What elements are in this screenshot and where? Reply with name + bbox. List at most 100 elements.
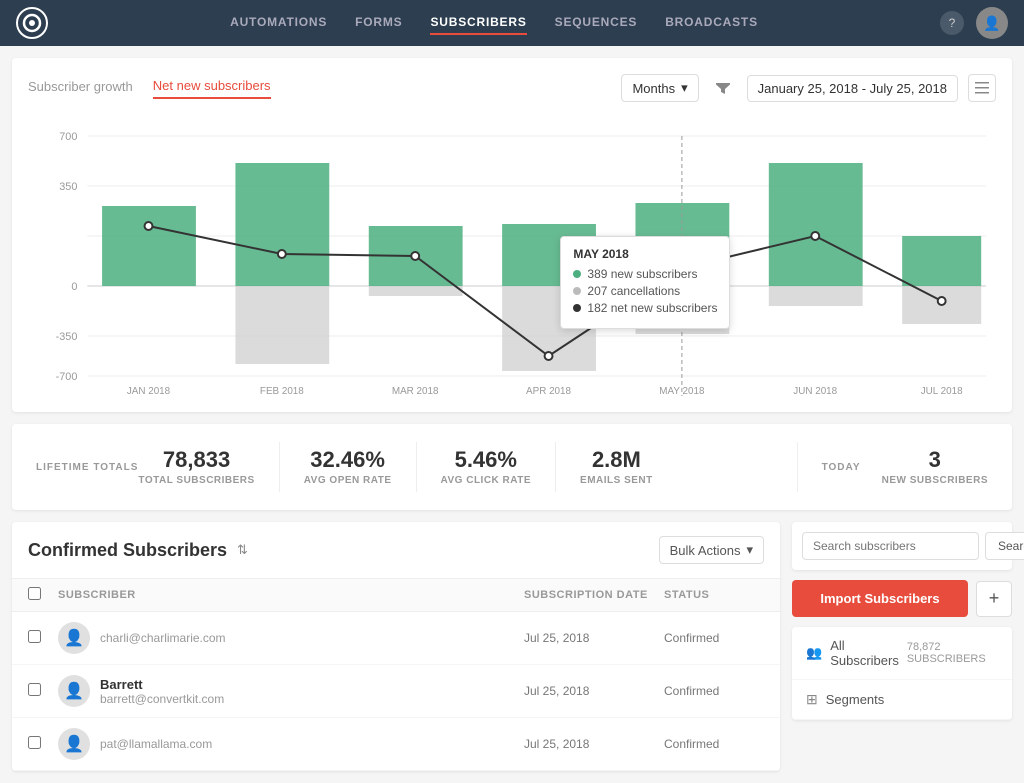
stat-divider-1 [279,442,280,492]
stat-avg-open: 32.46% AVG OPEN RATE [304,449,392,486]
subscriber-info-1: charli@charlimarie.com [100,631,524,645]
nav-subscribers[interactable]: SUBSCRIBERS [430,11,526,35]
svg-text:JUL 2018: JUL 2018 [921,386,963,396]
stat-divider-today [797,442,798,492]
filter-icon[interactable] [709,74,737,102]
header-status: STATUS [664,589,764,601]
segments-item[interactable]: ⊞ Segments [792,680,1012,720]
tooltip-net-text: 182 net new subscribers [587,301,717,315]
tooltip-title: MAY 2018 [573,247,717,261]
panel-title: Confirmed Subscribers [28,540,227,561]
subscriber-info-2: Barrett barrett@convertkit.com [100,677,524,706]
subscriber-status-2: Confirmed [664,684,764,698]
svg-text:FEB 2018: FEB 2018 [260,386,304,396]
subscriber-avatar-2: 👤 [58,675,90,707]
table-row: 👤 charli@charlimarie.com Jul 25, 2018 Co… [12,612,780,665]
search-input[interactable] [802,532,979,560]
chart-header: Subscriber growth Net new subscribers Mo… [28,74,996,102]
avg-click-value: 5.46% [441,449,532,471]
dot-black-icon [573,304,581,312]
svg-text:MAY 2018: MAY 2018 [659,386,705,396]
stat-divider-3 [555,442,556,492]
subscriber-avatar-1: 👤 [58,622,90,654]
period-select[interactable]: Months ▾ [621,74,698,102]
sidebar-panel: Search Import Subscribers + 👥 All Subscr… [792,522,1012,771]
bottom-section: Confirmed Subscribers ⇅ Bulk Actions ▾ S… [12,522,1012,771]
today-label: TODAY [822,462,882,473]
all-subscribers-icon: 👥 [806,645,822,661]
navbar: AUTOMATIONS FORMS SUBSCRIBERS SEQUENCES … [0,0,1024,46]
all-subscribers-count: 78,872 SUBSCRIBERS [907,641,998,665]
subscriber-email-1: charli@charlimarie.com [100,631,524,645]
table-row: 👤 Barrett barrett@convertkit.com Jul 25,… [12,665,780,718]
table-row: 👤 pat@llamallama.com Jul 25, 2018 Confir… [12,718,780,771]
all-subscribers-label: All Subscribers [830,638,899,668]
sort-icon[interactable]: ⇅ [237,542,248,558]
subscriber-status-3: Confirmed [664,737,764,751]
lifetime-label: LIFETIME TOTALS [36,462,138,473]
stat-avg-click: 5.46% AVG CLICK RATE [441,449,532,486]
bulk-actions-label: Bulk Actions [670,543,741,558]
svg-text:JUN 2018: JUN 2018 [793,386,837,396]
emails-sent-value: 2.8M [580,449,653,471]
dot-gray-icon [573,287,581,295]
total-subscribers-label: TOTAL SUBSCRIBERS [138,475,254,486]
tooltip-item-net: 182 net new subscribers [573,301,717,315]
svg-text:JAN 2018: JAN 2018 [127,386,171,396]
tooltip-cancel-text: 207 cancellations [587,284,680,298]
total-subscribers-value: 78,833 [138,449,254,471]
select-all-checkbox[interactable] [28,587,41,600]
nav-broadcasts[interactable]: BROADCASTS [665,11,758,35]
row-checkbox-2[interactable] [28,683,41,696]
subscriber-avatar-3: 👤 [58,728,90,760]
row-checkbox-1[interactable] [28,630,41,643]
table-header: SUBSCRIBER SUBSCRIPTION DATE STATUS [12,579,780,612]
subscriber-info-3: pat@llamallama.com [100,737,524,751]
avg-open-value: 32.46% [304,449,392,471]
segments-label: Segments [826,692,885,707]
svg-text:350: 350 [59,181,77,193]
subscriber-date-3: Jul 25, 2018 [524,737,664,751]
nav-forms[interactable]: FORMS [355,11,402,35]
emails-sent-label: EMAILS SENT [580,475,653,486]
avatar[interactable]: 👤 [976,7,1008,39]
import-subscribers-button[interactable]: Import Subscribers [792,580,968,617]
chart-area: 700 350 0 -350 -700 [28,116,996,396]
chart-section: Subscriber growth Net new subscribers Mo… [12,58,1012,412]
row-checkbox-3[interactable] [28,736,41,749]
header-subscriber: SUBSCRIBER [58,589,524,601]
bulk-actions-dropdown[interactable]: Bulk Actions ▾ [659,536,764,564]
subscribers-panel: Confirmed Subscribers ⇅ Bulk Actions ▾ S… [12,522,780,771]
header-date: SUBSCRIPTION DATE [524,589,664,601]
nav-automations[interactable]: AUTOMATIONS [230,11,327,35]
main-nav: AUTOMATIONS FORMS SUBSCRIBERS SEQUENCES … [78,11,910,35]
svg-text:-350: -350 [56,331,78,343]
new-subscribers-value: 3 [882,449,988,471]
segment-box: 👥 All Subscribers 78,872 SUBSCRIBERS ⊞ S… [792,627,1012,720]
nav-sequences[interactable]: SEQUENCES [555,11,638,35]
chart-controls: Months ▾ January 25, 2018 - July 25, 201… [621,74,996,102]
subscriber-email-2: barrett@convertkit.com [100,692,524,706]
chevron-down-icon: ▾ [681,80,688,96]
stat-divider-2 [416,442,417,492]
segments-icon: ⊞ [806,691,818,708]
add-button[interactable]: + [976,581,1012,617]
tooltip-item-cancel: 207 cancellations [573,284,717,298]
all-subscribers-item[interactable]: 👥 All Subscribers 78,872 SUBSCRIBERS [792,627,1012,680]
tab-subscriber-growth[interactable]: Subscriber growth [28,79,133,98]
chart-menu-icon[interactable] [968,74,996,102]
svg-text:-700: -700 [56,371,78,383]
subscriber-date-1: Jul 25, 2018 [524,631,664,645]
stat-total-subscribers: 78,833 TOTAL SUBSCRIBERS [138,449,254,486]
dot-green-icon [573,270,581,278]
tab-net-new-subscribers[interactable]: Net new subscribers [153,78,271,99]
subscriber-email-3: pat@llamallama.com [100,737,524,751]
help-button[interactable]: ? [940,11,964,35]
tooltip-item-new: 389 new subscribers [573,267,717,281]
stat-emails-sent: 2.8M EMAILS SENT [580,449,653,486]
date-range-picker[interactable]: January 25, 2018 - July 25, 2018 [747,75,958,102]
search-button[interactable]: Search [985,532,1024,560]
stat-new-subscribers-today: 3 NEW SUBSCRIBERS [882,449,988,486]
svg-text:APR 2018: APR 2018 [526,386,571,396]
svg-text:MAR 2018: MAR 2018 [392,386,439,396]
